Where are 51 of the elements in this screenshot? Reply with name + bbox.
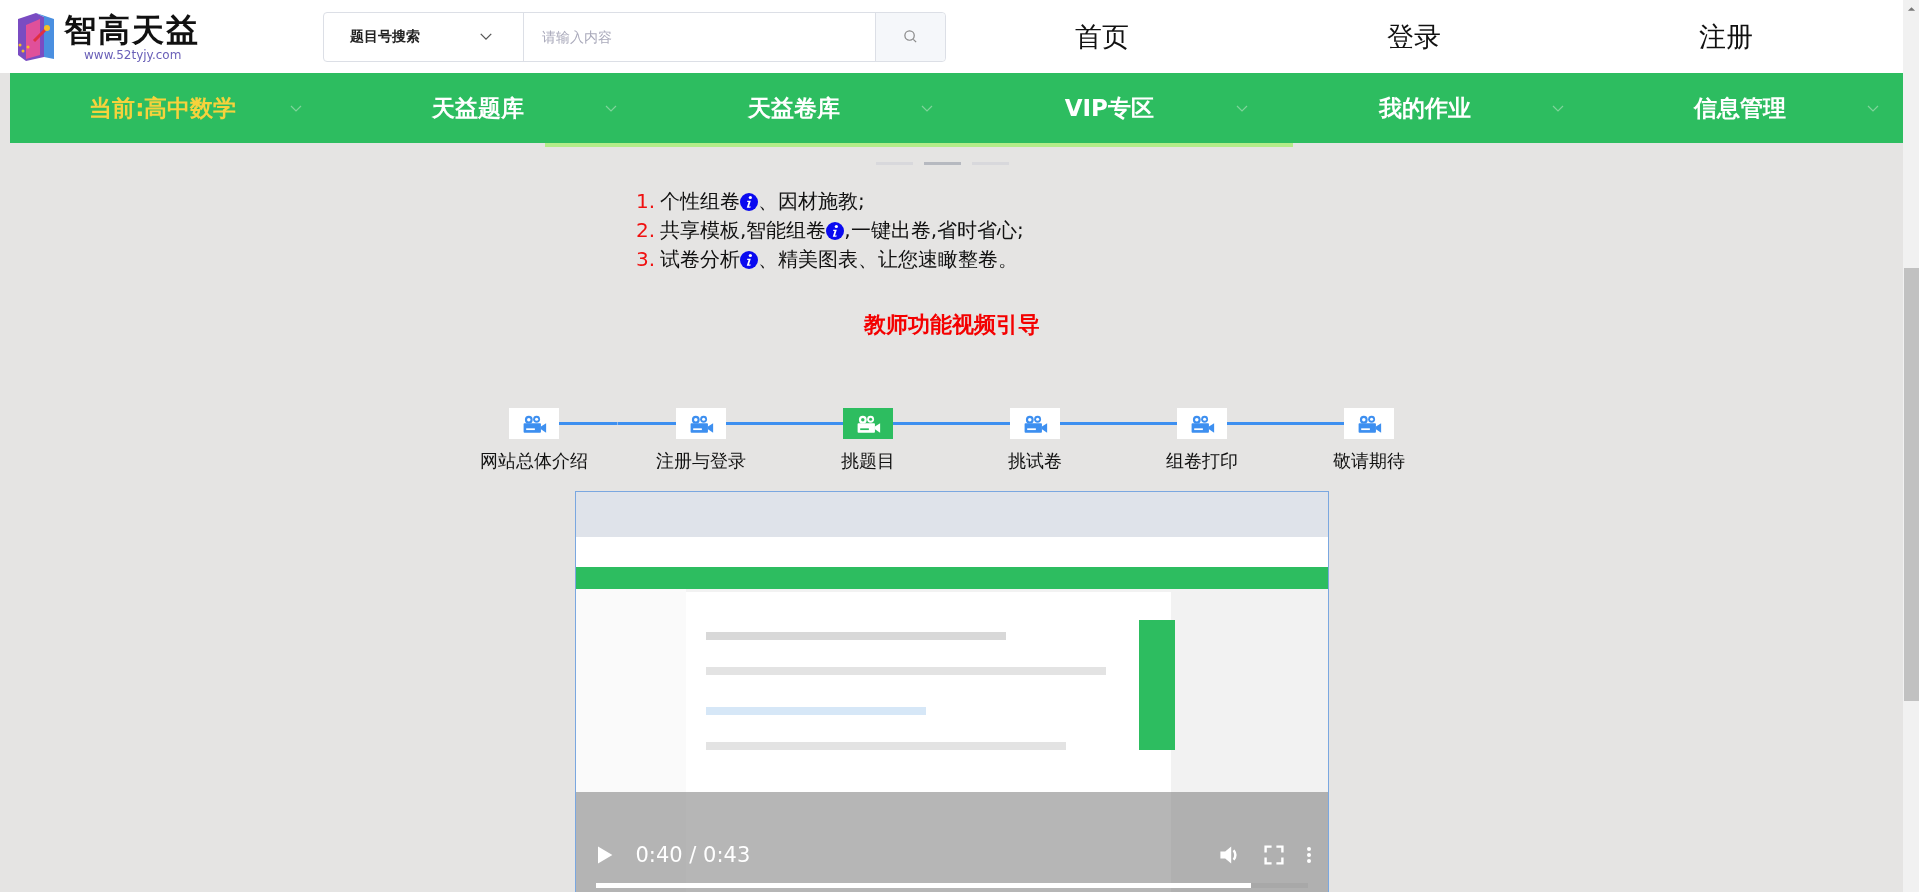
section-title: 教师功能视频引导	[863, 311, 1040, 339]
chevron-down-icon	[605, 105, 617, 113]
chevron-down-icon	[920, 105, 933, 113]
search-bar[interactable]: 题目号搜索 请输入内容	[323, 11, 946, 62]
chevron-down-icon	[479, 32, 493, 41]
step-label[interactable]: 挑题目	[841, 449, 895, 473]
video-step-button[interactable]	[1344, 408, 1394, 439]
video-step-button[interactable]	[509, 408, 559, 439]
list-number: 3.	[636, 246, 657, 273]
feature-text: ,一键出卷,省时省心;	[844, 217, 1024, 244]
scrollbar[interactable]	[1903, 0, 1919, 892]
step-label[interactable]: 网站总体介绍	[480, 449, 588, 473]
chevron-down-icon	[1236, 105, 1248, 113]
video-camera-icon	[1356, 413, 1382, 434]
video-camera-icon	[688, 413, 714, 434]
logo-name: 智高天益	[64, 11, 200, 48]
video-camera-icon	[855, 413, 881, 434]
list-number: 2.	[636, 217, 657, 244]
feature-text: 共享模板,智能组卷	[660, 217, 827, 244]
step-label[interactable]: 组卷打印	[1166, 449, 1238, 473]
video-camera-icon	[1189, 413, 1215, 434]
video-step-button[interactable]	[843, 408, 893, 439]
top-link[interactable]: 注册	[1699, 18, 1753, 55]
feature-text: 个性组卷	[660, 188, 740, 215]
feature-text: 试卷分析	[660, 246, 740, 273]
chevron-down-icon	[1867, 105, 1879, 113]
search-button[interactable]	[875, 12, 945, 61]
info-icon[interactable]	[740, 192, 758, 211]
scrollbar-thumb[interactable]	[1903, 268, 1919, 701]
video-step-button[interactable]	[676, 408, 726, 439]
step-label[interactable]: 注册与登录	[656, 449, 746, 473]
fullscreen-icon[interactable]	[1261, 843, 1286, 867]
info-icon[interactable]	[826, 221, 845, 240]
video-step-button[interactable]	[1177, 408, 1227, 439]
feature-text: 、精美图表、让您速瞰整卷。	[758, 246, 1018, 273]
top-link[interactable]: 首页	[1075, 18, 1129, 55]
video-step-button[interactable]	[1010, 408, 1060, 439]
list-number: 1.	[636, 188, 657, 215]
scroll-up-icon[interactable]	[1906, 6, 1916, 12]
step-label[interactable]: 挑试卷	[1008, 449, 1062, 473]
info-icon[interactable]	[740, 250, 758, 269]
chevron-down-icon	[289, 105, 302, 113]
chevron-down-icon	[1551, 105, 1564, 113]
search-icon	[903, 29, 918, 44]
video-camera-icon	[521, 413, 547, 434]
feature-text: 、因材施教;	[758, 188, 865, 215]
step-label[interactable]: 敬请期待	[1333, 449, 1405, 473]
top-link[interactable]: 登录	[1387, 18, 1441, 55]
logo-url: www.52tyjy.com	[84, 47, 183, 62]
video-time: 0:40 / 0:43	[635, 843, 751, 867]
video-camera-icon	[1022, 413, 1048, 434]
